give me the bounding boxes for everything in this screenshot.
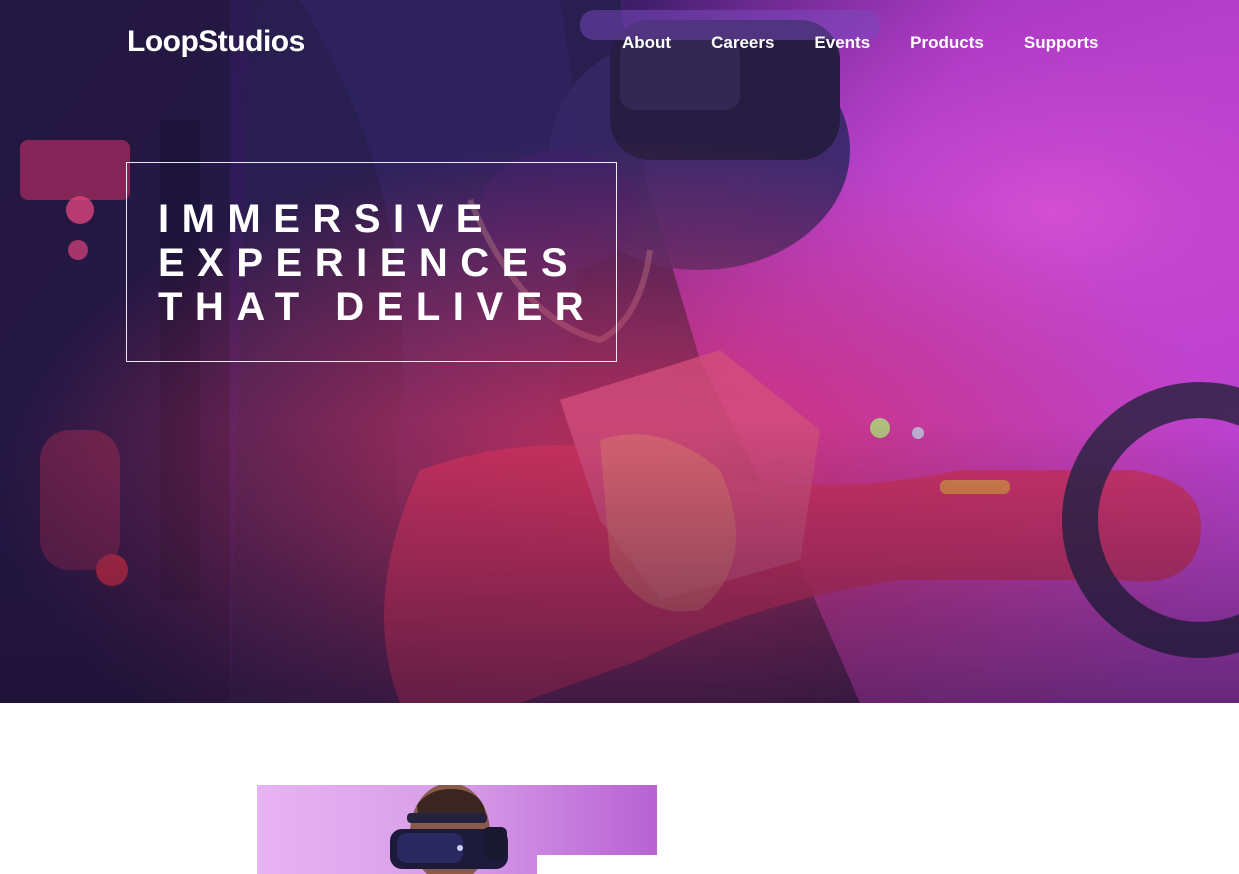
- headline-line-3: THAT DELIVER: [158, 285, 597, 329]
- nav-link-products[interactable]: Products: [910, 32, 984, 54]
- nav-link-events[interactable]: Events: [814, 32, 870, 54]
- page: LoopStudios About Careers Events Product…: [0, 0, 1239, 874]
- headline-line-2: EXPERIENCES: [158, 241, 581, 285]
- main-nav: About Careers Events Products Supports: [622, 32, 1098, 54]
- hero-headline: IMMERSIVE EXPERIENCES THAT DELIVER: [158, 197, 596, 329]
- hero-section: LoopStudios About Careers Events Product…: [0, 0, 1239, 703]
- nav-link-about[interactable]: About: [622, 32, 671, 54]
- headline-box: IMMERSIVE EXPERIENCES THAT DELIVER: [126, 162, 617, 362]
- logo[interactable]: LoopStudios: [127, 24, 305, 60]
- content-panel-edge: [537, 855, 677, 874]
- nav-link-supports[interactable]: Supports: [1024, 32, 1099, 54]
- nav-link-careers[interactable]: Careers: [711, 32, 774, 54]
- headline-line-1: IMMERSIVE: [158, 197, 495, 241]
